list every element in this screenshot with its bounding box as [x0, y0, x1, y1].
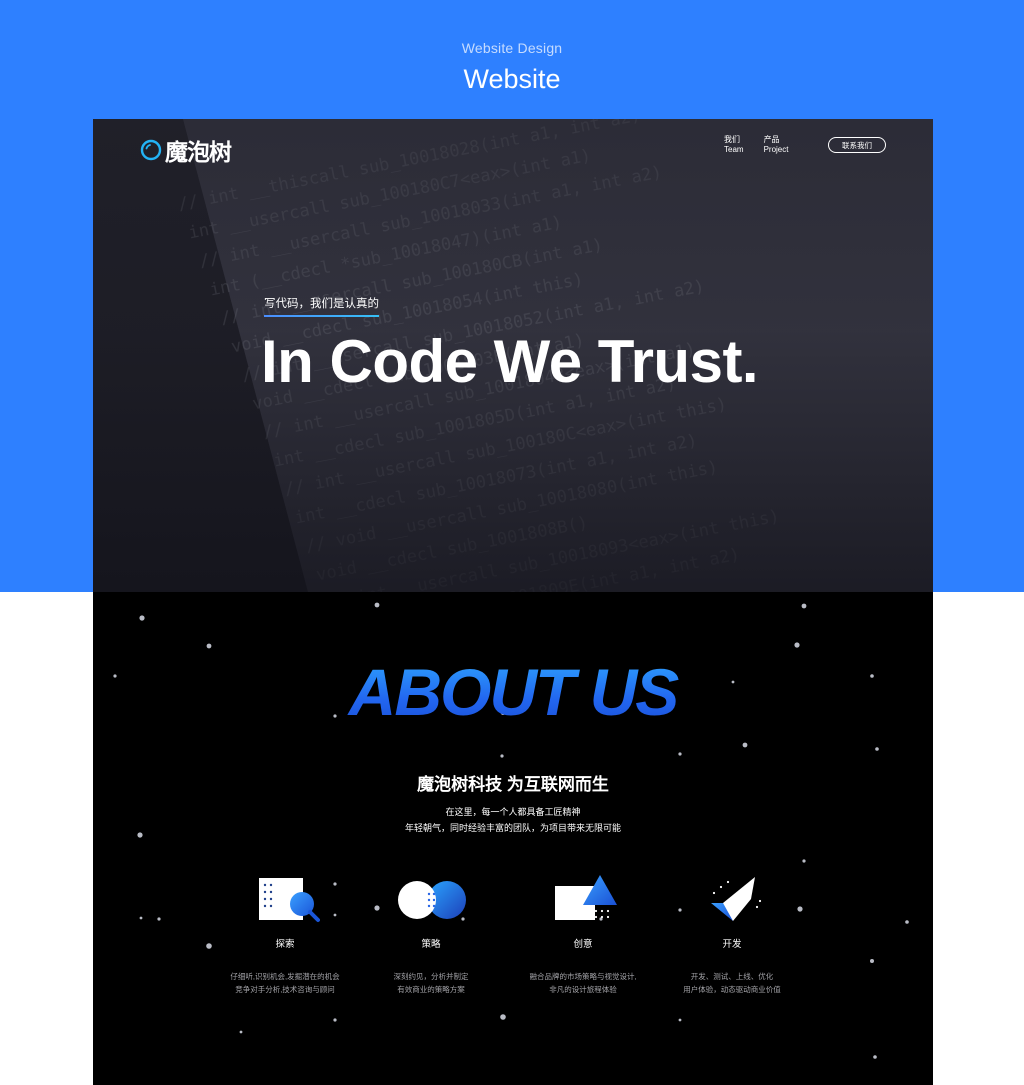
feature-strategy: 策略 深刻约见，分析并制定 有效商业的策略方案 — [356, 875, 506, 996]
logo-ring-icon — [140, 139, 162, 161]
top-nav: 我们 Team 产品 Project — [724, 135, 788, 155]
feature-description: 融合品牌的市场策略与视觉设计, 非凡的设计旅程体验 — [508, 970, 658, 996]
feature-label: 开发 — [722, 939, 742, 950]
about-description-line: 年轻朝气，同时经验丰富的团队，为项目带来无限可能 — [404, 823, 621, 833]
about-heading: 魔泡树科技 为互联网而生 — [417, 775, 609, 794]
feature-description-line: 非凡的设计旅程体验 — [549, 985, 617, 994]
nav-item-project[interactable]: 产品 Project — [764, 135, 789, 155]
page: Website Design Website // int __thiscall… — [0, 0, 1024, 1085]
explore-magnifier-icon — [259, 878, 320, 922]
feature-description-line: 融合品牌的市场策略与视觉设计, — [529, 972, 637, 981]
showcase-header: Website Design Website — [0, 40, 1024, 95]
feature-description: 仔细听,识别机会,发掘潜在的机会 竞争对手分析,技术咨询与顾问 — [210, 970, 360, 996]
feature-label: 创意 — [573, 939, 593, 950]
hero-eyebrow-underline — [264, 315, 379, 317]
nav-item-team-en: Team — [724, 145, 744, 154]
showcase-subtitle: Website Design — [461, 40, 563, 56]
feature-explore: 探索 仔细听,识别机会,发掘潜在的机会 竞争对手分析,技术咨询与顾问 — [210, 875, 360, 996]
feature-label: 策略 — [421, 939, 441, 950]
strategy-circles-icon — [398, 881, 466, 919]
hero-section: // int __thiscall sub_10018028(int a1, i… — [93, 119, 933, 592]
hero-eyebrow: 写代码，我们是认真的 — [264, 298, 379, 310]
feature-description-line: 深刻约见，分析并制定 — [393, 972, 469, 981]
feature-label: 探索 — [275, 939, 295, 950]
feature-description: 深刻约见，分析并制定 有效商业的策略方案 — [356, 970, 506, 996]
about-title: ABOUT US — [93, 654, 933, 730]
nav-item-team[interactable]: 我们 Team — [724, 135, 744, 155]
feature-description-line: 仔细听,识别机会,发掘潜在的机会 — [230, 972, 340, 981]
nav-item-project-en: Project — [763, 145, 789, 154]
feature-description-line: 开发、测试、上线、优化 — [690, 972, 774, 981]
about-section: ABOUT US 魔泡树科技 为互联网而生 在这里，每一个人都具备工匠精神 年轻… — [93, 592, 933, 1085]
hero-headline: In Code We Trust. — [261, 328, 759, 395]
feature-develop: 开发 开发、测试、上线、优化 用户体验，动态驱动商业价值 — [657, 875, 807, 996]
nav-item-project-cn: 产品 — [763, 135, 780, 144]
feature-creative: 创意 融合品牌的市场策略与视觉设计, 非凡的设计旅程体验 — [508, 875, 658, 996]
contact-us-button[interactable]: 联系我们 — [828, 137, 886, 153]
nav-item-team-cn: 我们 — [724, 135, 740, 144]
about-description-line: 在这里，每一个人都具备工匠精神 — [445, 807, 581, 817]
showcase-title: Website — [463, 64, 561, 94]
logo[interactable]: 魔泡树 — [140, 133, 232, 167]
feature-description: 开发、测试、上线、优化 用户体验，动态驱动商业价值 — [657, 970, 807, 996]
feature-description-line: 用户体验，动态驱动商业价值 — [683, 985, 781, 994]
logo-text: 魔泡树 — [165, 139, 232, 165]
creative-triangle-icon — [555, 875, 617, 920]
feature-description-line: 有效商业的策略方案 — [397, 985, 465, 994]
about-description: 在这里，每一个人都具备工匠精神 年轻朝气，同时经验丰富的团队，为项目带来无限可能 — [93, 804, 933, 836]
feature-description-line: 竞争对手分析,技术咨询与顾问 — [235, 985, 335, 994]
develop-check-icon — [711, 877, 762, 921]
